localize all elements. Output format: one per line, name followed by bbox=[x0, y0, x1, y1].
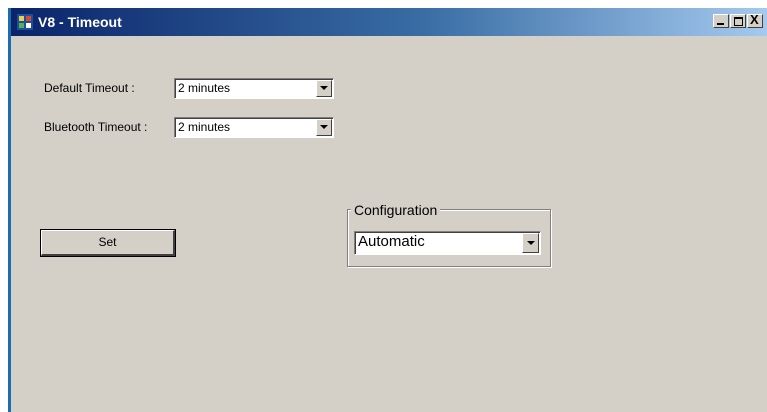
default-timeout-label: Default Timeout : bbox=[44, 81, 135, 95]
maximize-button[interactable] bbox=[730, 14, 746, 28]
close-icon: X bbox=[750, 12, 759, 27]
close-button[interactable]: X bbox=[747, 12, 763, 28]
desktop-edge bbox=[0, 0, 8, 412]
configuration-value: Automatic bbox=[358, 233, 425, 250]
set-button[interactable]: Set bbox=[40, 229, 176, 257]
timeout-window: V8 - Timeout X Default Timeout : 2 minut… bbox=[8, 8, 767, 412]
default-timeout-value: 2 minutes bbox=[178, 81, 231, 95]
app-icon bbox=[17, 14, 33, 30]
bluetooth-timeout-label: Bluetooth Timeout : bbox=[44, 120, 148, 134]
title-bar[interactable]: V8 - Timeout X bbox=[11, 8, 767, 36]
minimize-button[interactable] bbox=[713, 14, 729, 28]
dropdown-arrow-icon[interactable] bbox=[316, 119, 332, 136]
dropdown-arrow-icon[interactable] bbox=[522, 233, 539, 253]
dropdown-arrow-icon[interactable] bbox=[316, 80, 332, 97]
bluetooth-timeout-select[interactable]: 2 minutes bbox=[174, 117, 334, 138]
bluetooth-timeout-value: 2 minutes bbox=[178, 120, 231, 134]
screen: V8 - Timeout X Default Timeout : 2 minut… bbox=[0, 0, 767, 412]
configuration-select[interactable]: Automatic bbox=[354, 231, 541, 255]
window-title: V8 - Timeout bbox=[38, 14, 122, 30]
default-timeout-select[interactable]: 2 minutes bbox=[174, 78, 334, 99]
configuration-group-label: Configuration bbox=[351, 202, 441, 218]
